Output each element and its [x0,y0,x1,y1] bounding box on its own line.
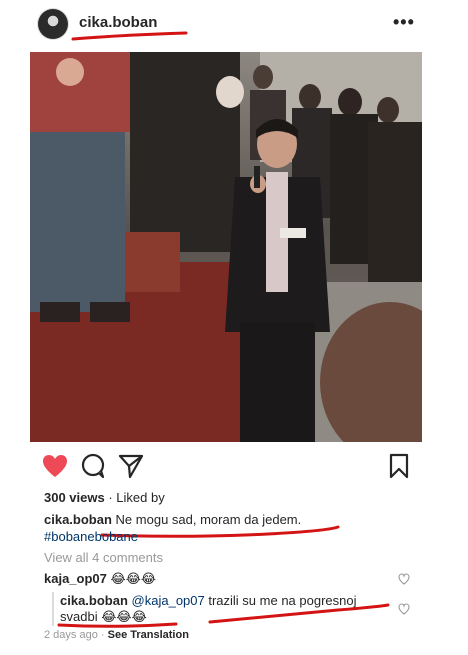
timestamp: 2 days ago [44,629,98,641]
reply-mention[interactable]: @kaja_op07 [132,593,205,608]
views-count[interactable]: 300 views [44,490,105,505]
reply-indent-bar [52,592,54,626]
small-heart-icon[interactable] [398,573,410,585]
reply-text: trazili su me na pogresnoj [204,593,357,608]
more-options-icon[interactable]: ••• [393,12,415,32]
reply-comment: cika.boban @kaja_op07 trazili su me na p… [60,593,357,608]
reply-comment-cont: svadbi 😂😂😂 [60,609,147,625]
comment-username[interactable]: kaja_op07 [44,571,107,586]
view-all-comments[interactable]: View all 4 comments [44,550,163,565]
caption-username[interactable]: cika.boban [44,512,112,527]
separator: · [97,629,108,641]
reply-emoji: 😂😂😂 [97,609,147,624]
action-bar [0,452,468,482]
liked-by-label[interactable]: · Liked by [105,490,164,505]
share-icon[interactable] [117,452,145,480]
caption-text: Ne mogu sad, moram da jedem. [115,512,302,527]
username[interactable]: cika.boban [79,14,157,31]
views-line: 300 views · Liked by [44,490,165,505]
see-translation-link[interactable]: See Translation [108,629,189,641]
avatar[interactable] [38,9,68,39]
hashtag-link[interactable]: #bobanebobane [44,529,138,544]
small-heart-icon[interactable] [398,603,410,615]
heart-icon[interactable] [41,452,69,480]
video-frame [30,52,422,442]
timestamp-line: 2 days ago · See Translation [44,629,189,641]
comment-icon[interactable] [79,452,107,480]
post-header: cika.boban ••• [0,0,468,52]
hashtag-line: #bobanebobane [44,529,138,544]
bookmark-icon[interactable] [385,452,413,480]
post-video[interactable] [30,52,422,442]
reply-username[interactable]: cika.boban [60,593,128,608]
comment-text: 😂😂😂 [110,571,157,586]
caption: cika.boban Ne mogu sad, moram da jedem. [44,512,301,527]
reply-text-2: svadbi [60,609,98,624]
comment-row: kaja_op07 😂😂😂 [44,571,156,587]
